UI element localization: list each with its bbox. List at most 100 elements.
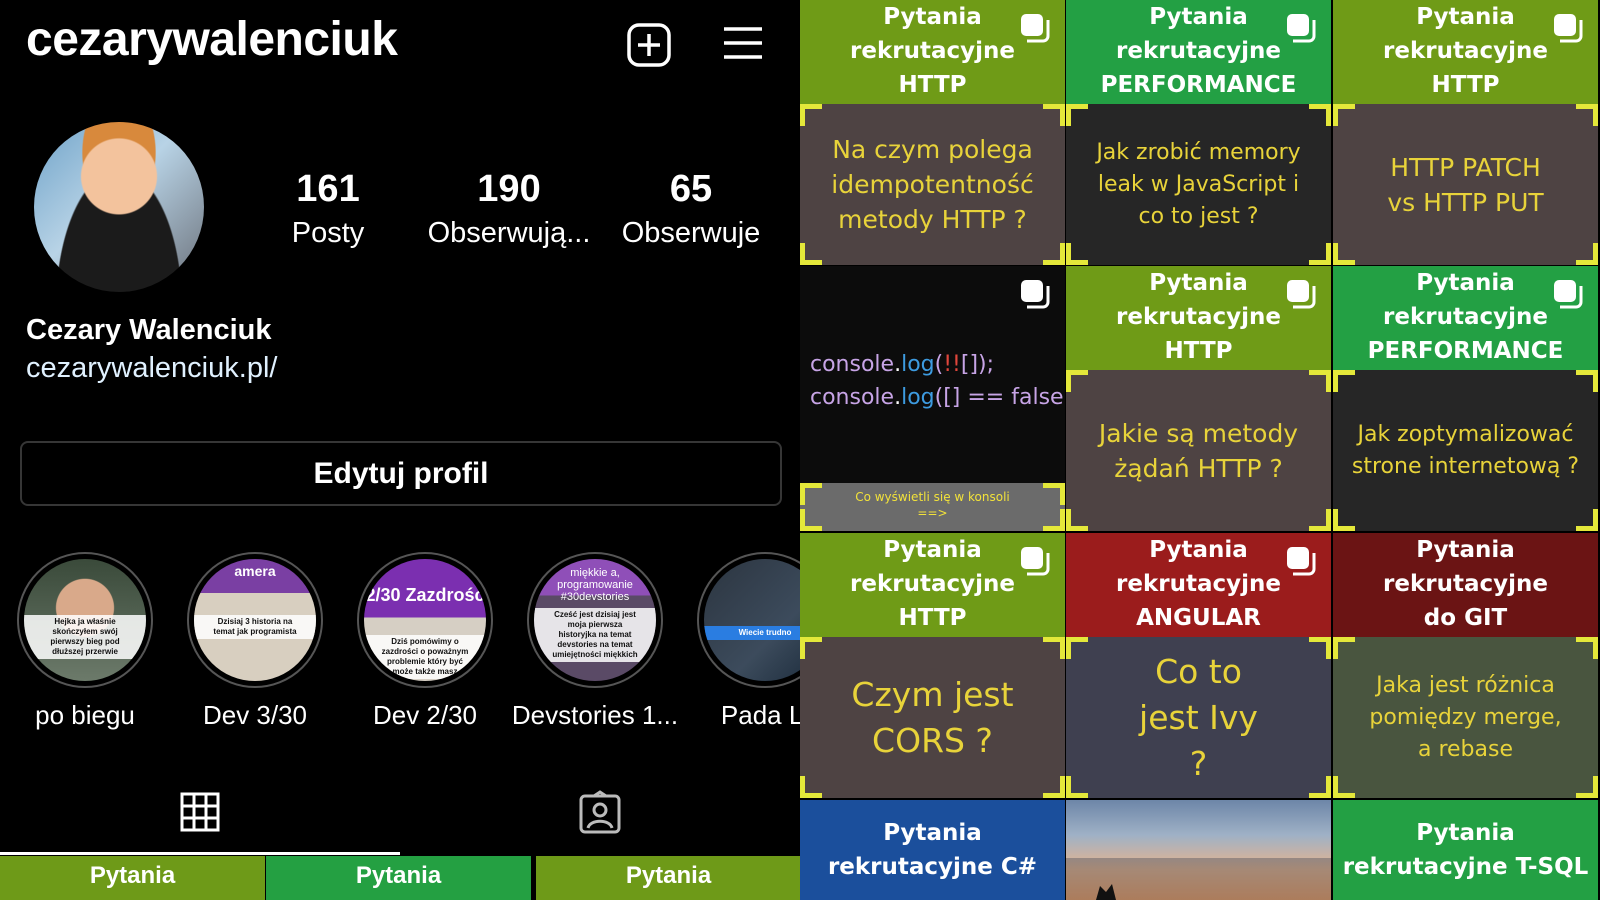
highlight-caption: Dev 2/30 [372, 700, 478, 730]
post-tile[interactable]: Pytania rekrutacyjne HTTP Na czym polega… [800, 0, 1065, 265]
profile-panel: cezarywalenciuk 161 Posty 190 Obserwują.… [0, 0, 800, 900]
corner-bracket [1309, 776, 1331, 798]
post-tile-header-line: Pytania [1416, 820, 1515, 846]
corner-bracket [1043, 509, 1065, 531]
corner-bracket [1043, 104, 1065, 126]
edit-profile-button[interactable]: Edytuj profil [20, 441, 782, 506]
posts-label: Posty [291, 217, 365, 249]
corner-bracket [1309, 509, 1331, 531]
corner-bracket [1576, 509, 1598, 531]
code-token: console [810, 352, 895, 377]
highlight-item[interactable]: amera Dzisiaj 3 historia na temat jak pr… [168, 552, 342, 731]
posts-count: 161 [296, 168, 360, 210]
profile-website-link[interactable]: cezarywalenciuk.pl/ [26, 352, 277, 385]
corner-bracket [1333, 370, 1355, 392]
highlight-overlay-text: amera [234, 563, 276, 579]
grid-preview-tile[interactable]: Pytania [0, 856, 265, 900]
post-tile-header-line: rekrutacyjne C# [827, 854, 1038, 880]
post-tile[interactable]: console.log(!![]); console.log([] == fal… [800, 266, 1065, 531]
highlight-item[interactable]: 2/30 Zazdrość Dziś pomówimy o zazdrości … [338, 552, 512, 731]
corner-bracket [1043, 776, 1065, 798]
highlight-thumbnail: miękkie a, programowanie #30devstories C… [534, 559, 656, 681]
post-tile-question: Na czym polega idempotentność metody HTT… [800, 104, 1065, 265]
carousel-icon [1021, 280, 1050, 309]
corner-bracket [1309, 637, 1331, 659]
highlight-thumbnail: Hejka ja właśnie skończyłem swój pierwsz… [24, 559, 146, 681]
post-tile-header-line: ANGULAR [1136, 605, 1261, 631]
profile-grid-preview: Pytania Pytania Pytania [0, 856, 800, 900]
code-caption-text: Co wyświetli się w konsoli [855, 490, 1010, 504]
carousel-icon [1287, 547, 1316, 576]
post-tile[interactable]: Pytania rekrutacyjne C# [800, 800, 1065, 900]
post-tile-header: Pytania rekrutacyjne T-SQL [1333, 800, 1598, 900]
code-token: == [967, 385, 1005, 410]
add-post-icon[interactable] [626, 22, 672, 68]
tab-tagged[interactable] [400, 768, 800, 856]
post-tile[interactable]: Pytania rekrutacyjne HTTP Jakie są metod… [1066, 266, 1331, 531]
corner-bracket [1576, 637, 1598, 659]
grid-preview-text: Pytania [355, 862, 442, 889]
highlight-thumb-text: Cześć jest dzisiaj jest moja pierwsza hi… [534, 607, 656, 662]
corner-bracket [1309, 243, 1331, 265]
corner-bracket [1576, 776, 1598, 798]
highlight-item[interactable]: miękkie a, programowanie #30devstories C… [508, 552, 682, 731]
post-tile[interactable]: Pytania rekrutacyjne PERFORMANCE Jak zro… [1066, 0, 1331, 265]
highlight-item[interactable]: Hejka ja właśnie skończyłem swój pierwsz… [0, 552, 172, 731]
post-tile[interactable]: Pytania rekrutacyjne T-SQL [1333, 800, 1598, 900]
highlight-thumbnail: amera Dzisiaj 3 historia na temat jak pr… [194, 559, 316, 681]
carousel-icon [1021, 547, 1050, 576]
code-caption-arrow: ==> [917, 506, 948, 520]
profile-avatar[interactable] [34, 122, 204, 292]
grid-icon [180, 792, 220, 832]
tab-posts-grid[interactable] [0, 768, 400, 856]
code-token: log [901, 352, 935, 377]
highlight-item[interactable]: Wiecie trudno Pada Li [678, 552, 800, 731]
following-count-stat[interactable]: 65 Obserwuje [596, 168, 786, 250]
highlight-caption: Dev 3/30 [202, 700, 308, 730]
carousel-icon [1287, 14, 1316, 43]
corner-bracket [1309, 370, 1331, 392]
post-tile[interactable]: Pytania rekrutacyjne do GIT Jaka jest ró… [1333, 533, 1598, 798]
post-tile-header-line: Pytania [1416, 537, 1515, 563]
post-tile[interactable]: Pytania rekrutacyjne HTTP Czym jest CORS… [800, 533, 1065, 798]
post-tile-header-line: PERFORMANCE [1100, 72, 1297, 98]
profile-tabs [0, 768, 800, 856]
corner-bracket [800, 637, 822, 659]
post-tile[interactable]: Pytania rekrutacyjne PERFORMANCE Jak zop… [1333, 266, 1598, 531]
post-tile[interactable]: Pytania rekrutacyjne HTTP HTTP PATCH vs … [1333, 0, 1598, 265]
grid-preview-text: Pytania [89, 862, 176, 889]
followers-count-stat[interactable]: 190 Obserwują... [414, 168, 604, 250]
corner-bracket [1333, 104, 1355, 126]
corner-bracket [800, 243, 822, 265]
post-tile-header-line: HTTP [898, 605, 967, 631]
followers-count: 190 [477, 168, 541, 210]
post-tile-photo[interactable] [1066, 800, 1331, 900]
corner-bracket [1333, 509, 1355, 531]
corner-bracket [1066, 637, 1088, 659]
posts-count-stat[interactable]: 161 Posty [233, 168, 423, 250]
post-tile[interactable]: Pytania rekrutacyjne ANGULAR Co to jest … [1066, 533, 1331, 798]
highlight-ring: 2/30 Zazdrość Dziś pomówimy o zazdrości … [357, 552, 493, 688]
corner-bracket [1333, 243, 1355, 265]
grid-preview-tile[interactable]: Pytania [536, 856, 800, 900]
profile-username[interactable]: cezarywalenciuk [26, 12, 398, 67]
corner-bracket [800, 104, 822, 126]
grid-preview-tile[interactable]: Pytania [266, 856, 531, 900]
highlight-caption: Pada Li [720, 700, 800, 730]
corner-bracket [1066, 776, 1088, 798]
post-tile-question: HTTP PATCH vs HTTP PUT [1333, 104, 1598, 265]
post-tile-header: Pytania rekrutacyjne C# [800, 800, 1065, 900]
highlight-caption: po biegu [35, 700, 135, 730]
highlight-caption: Devstories 1... [511, 700, 679, 730]
carousel-icon [1554, 14, 1583, 43]
grid-preview-text: Pytania [625, 862, 712, 889]
corner-bracket [1066, 243, 1088, 265]
posts-grid: Pytania rekrutacyjne HTTP Na czym polega… [800, 0, 1600, 900]
hamburger-menu-icon[interactable] [722, 22, 764, 64]
code-token: false [1011, 385, 1064, 410]
post-tile-header-line: rekrutacyjne [1383, 571, 1548, 597]
tagged-person-icon [579, 790, 621, 834]
corner-bracket [800, 776, 822, 798]
highlight-thumb-text: Hejka ja właśnie skończyłem swój pierwsz… [24, 615, 146, 660]
post-tile-header-line: HTTP [898, 72, 967, 98]
